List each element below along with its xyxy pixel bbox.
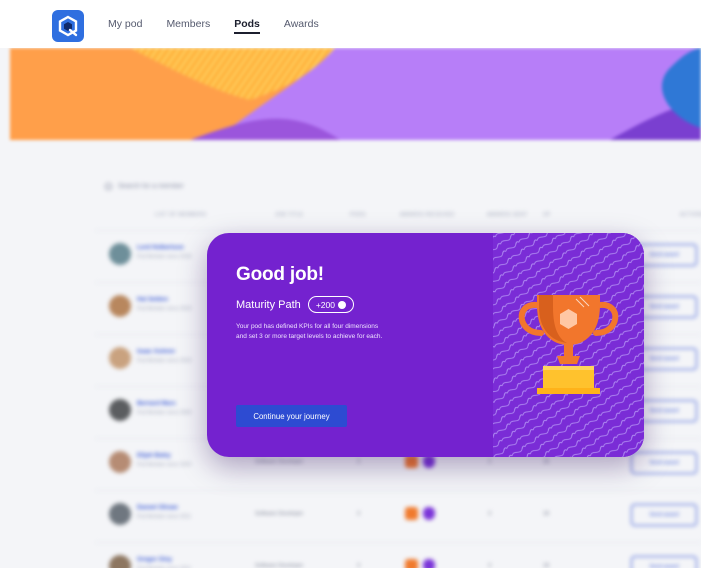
pod-logo-icon[interactable]: [52, 10, 84, 42]
table-header: LIST OF MEMBERS JOB TITLE PODS AWARDS RECEI…: [95, 212, 701, 226]
member-role: Software Developer: [255, 459, 304, 465]
awards-sent: 3: [488, 563, 492, 568]
column-header: AWARDS RECEIVED: [400, 212, 455, 218]
award-badge-icon: [405, 507, 418, 520]
column-header: ACTIONS: [680, 212, 701, 218]
column-header: PODS: [350, 212, 366, 218]
search-icon: [105, 183, 112, 190]
avatar: [109, 295, 131, 317]
award-badge-icon: [405, 559, 418, 568]
modal-subtitle-row: Maturity Path +200: [236, 296, 354, 313]
continue-journey-button[interactable]: Continue your journey: [236, 405, 347, 427]
table-row: Daneel Olivaw Pod Member since 2021 Softwa…: [95, 490, 701, 540]
nav-tab-members[interactable]: Members: [166, 0, 210, 48]
member-name[interactable]: Hal Seldon: [137, 297, 168, 303]
member-pods: 3: [357, 511, 361, 517]
column-header: AWARDS SENT: [487, 212, 528, 218]
member-xp: 18: [543, 511, 550, 517]
member-name[interactable]: Gregor Gloy: [137, 557, 172, 563]
column-header: JOB TITLE: [275, 212, 304, 218]
avatar: [109, 503, 131, 525]
modal-title: Good job!: [236, 264, 324, 285]
award-modal-content: Good job! Maturity Path +200 Your pod ha…: [207, 233, 493, 457]
member-since: Pod Member since 2020: [137, 462, 192, 468]
member-xp: 18: [543, 459, 550, 465]
nav-tab-pods[interactable]: Pods: [234, 0, 260, 48]
member-xp: 18: [543, 563, 550, 568]
column-header: LIST OF MEMBERS: [155, 212, 207, 218]
member-name[interactable]: Bernard Marx: [137, 401, 176, 407]
table-row: Gregor GloyPod Member since 2021Software…: [95, 542, 701, 568]
nav-tab-awards[interactable]: Awards: [284, 0, 319, 48]
nav-tabs: My pod Members Pods Awards: [108, 0, 319, 48]
trophy-panel: [493, 233, 644, 457]
awards-sent: 3: [488, 459, 492, 465]
modal-description: Your pod has defined KPIs for all four d…: [236, 323, 383, 340]
member-role: Software Developer: [255, 511, 304, 517]
points-badge: +200: [307, 296, 354, 313]
coin-icon: [337, 300, 346, 309]
member-search[interactable]: Search for a member: [105, 183, 184, 190]
avatar: [109, 243, 131, 265]
member-since: Pod Member since 2018: [137, 254, 192, 260]
shield-badge-icon: [423, 507, 435, 520]
member-name[interactable]: Lord Holbertson: [137, 245, 184, 251]
page: My pod Members Pods Awards Search for a mem…: [0, 0, 701, 568]
member-since: Pod Member since 2019: [137, 358, 192, 364]
nav-tab-my-pod[interactable]: My pod: [108, 0, 142, 48]
search-placeholder: Search for a member: [118, 183, 184, 190]
send-award-button[interactable]: Send award: [631, 504, 697, 526]
member-since: Pod Member since 2019: [137, 306, 192, 312]
points-value: +200: [315, 299, 335, 310]
avatar: [109, 555, 131, 568]
member-since: Pod Member since 2021: [137, 514, 192, 520]
member-name[interactable]: Daneel Olivaw: [137, 505, 178, 511]
member-name[interactable]: Elijah Baley: [137, 453, 171, 459]
column-header: XP: [543, 212, 551, 218]
avatar: [109, 399, 131, 421]
award-modal: Good job! Maturity Path +200 Your pod ha…: [207, 233, 644, 457]
avatar: [109, 347, 131, 369]
send-award-button[interactable]: Send award: [631, 556, 697, 568]
member-pods: 3: [357, 459, 361, 465]
member-since: Pod Member since 2020: [137, 410, 192, 416]
modal-subtitle: Maturity Path: [236, 298, 301, 311]
shield-badge-icon: [423, 559, 435, 568]
member-pods: 3: [357, 563, 361, 568]
awards-sent: 3: [488, 511, 492, 517]
top-navigation: My pod Members Pods Awards: [0, 0, 701, 48]
member-role: Software Developer: [255, 563, 304, 568]
member-name[interactable]: Isaac Asimov: [137, 349, 175, 355]
avatar: [109, 451, 131, 473]
hero-banner: [10, 48, 701, 140]
